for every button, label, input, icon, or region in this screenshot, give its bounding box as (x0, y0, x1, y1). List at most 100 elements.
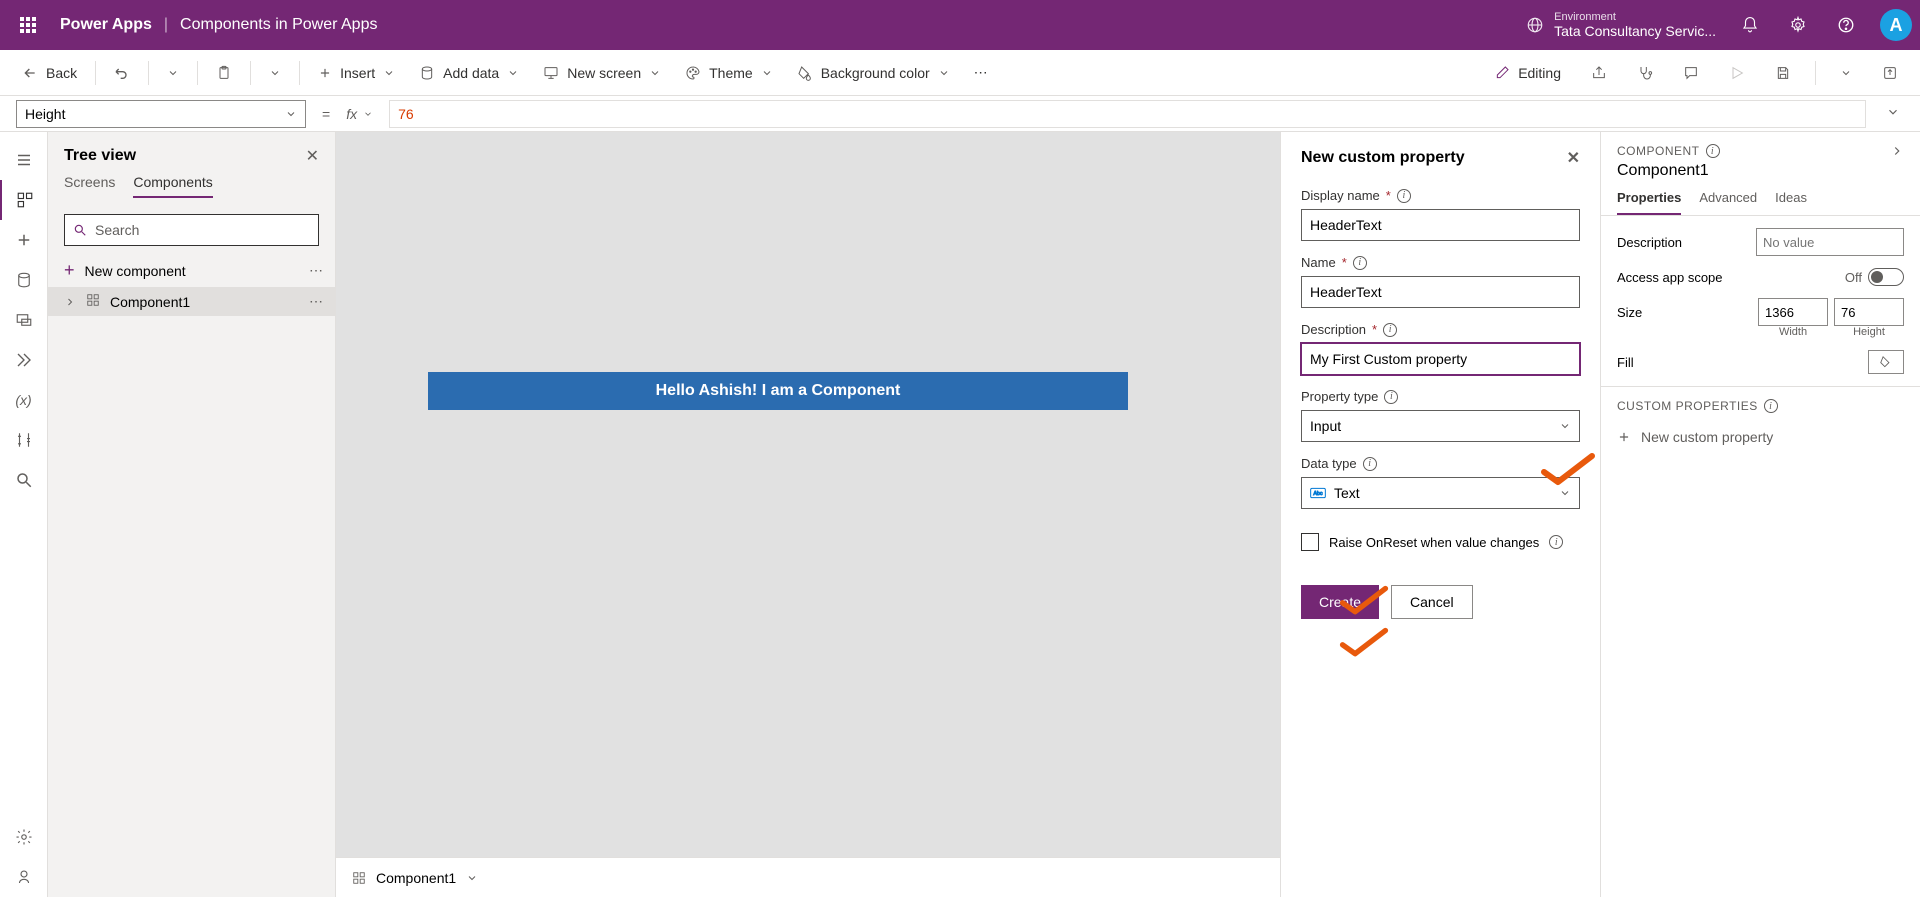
hamburger-icon[interactable] (0, 140, 48, 180)
height-input[interactable] (1834, 298, 1904, 326)
description-input[interactable] (1301, 343, 1580, 375)
info-icon[interactable]: i (1383, 323, 1397, 337)
tree-search-input[interactable]: Search (64, 214, 319, 246)
info-icon[interactable]: i (1384, 390, 1398, 404)
access-scope-toggle[interactable]: Off (1845, 268, 1904, 286)
paste-menu[interactable] (259, 61, 291, 85)
info-icon[interactable]: i (1363, 457, 1377, 471)
preview-button[interactable] (1719, 59, 1755, 87)
more-icon[interactable]: ⋯ (309, 262, 323, 279)
background-color-button[interactable]: Background color (787, 59, 960, 87)
info-icon[interactable]: i (1764, 399, 1778, 413)
breadcrumb-component[interactable]: Component1 (376, 870, 456, 886)
formula-bar: Height = fx 76 (0, 96, 1920, 132)
component-icon (86, 293, 100, 310)
checkbox-icon (1301, 533, 1319, 551)
comments-button[interactable] (1673, 59, 1709, 87)
app-name[interactable]: Power Apps (60, 16, 152, 34)
create-button[interactable]: Create (1301, 585, 1379, 619)
fill-label: Fill (1617, 355, 1634, 370)
new-component-button[interactable]: + New component ⋯ (48, 254, 335, 287)
palette-icon (685, 65, 701, 81)
flows-rail-icon[interactable] (0, 340, 48, 380)
new-screen-button[interactable]: New screen (533, 59, 671, 87)
info-icon[interactable]: i (1353, 256, 1367, 270)
raise-onreset-checkbox[interactable]: Raise OnReset when value changes i (1301, 533, 1580, 551)
description-prop-label: Description (1617, 235, 1682, 250)
chevron-right-icon[interactable] (1890, 144, 1904, 158)
pencil-icon (1494, 65, 1510, 81)
chevron-down-icon (363, 109, 373, 119)
close-tree-icon[interactable]: ✕ (306, 146, 319, 166)
tree-view-panel: Tree view ✕ Screens Components Search + … (48, 132, 336, 897)
cancel-button[interactable]: Cancel (1391, 585, 1473, 619)
formula-input[interactable]: 76 (389, 100, 1866, 128)
notifications-icon[interactable] (1728, 0, 1772, 50)
tab-properties[interactable]: Properties (1617, 190, 1681, 215)
search-icon (73, 223, 87, 237)
insert-rail-icon[interactable] (0, 220, 48, 260)
expand-formula-bar[interactable] (1882, 101, 1904, 126)
info-icon[interactable]: i (1549, 535, 1563, 549)
undo-button[interactable] (104, 59, 140, 87)
chevron-down-icon (269, 67, 281, 79)
tree-view-icon[interactable] (0, 180, 48, 220)
plus-icon: + (64, 260, 75, 281)
tab-advanced[interactable]: Advanced (1699, 190, 1757, 215)
tools-rail-icon[interactable] (0, 420, 48, 460)
undo-menu[interactable] (157, 61, 189, 85)
new-custom-property-button[interactable]: New custom property (1601, 421, 1920, 453)
close-panel-icon[interactable]: ✕ (1567, 148, 1580, 168)
paste-button[interactable] (206, 59, 242, 87)
checker-button[interactable] (1627, 59, 1663, 87)
info-icon[interactable]: i (1397, 189, 1411, 203)
clipboard-icon (216, 65, 232, 81)
property-selector[interactable]: Height (16, 100, 306, 128)
chevron-down-icon (167, 67, 179, 79)
description-prop-input[interactable] (1756, 228, 1904, 256)
tab-screens[interactable]: Screens (64, 174, 115, 198)
canvas-area[interactable]: Hello Ashish! I am a Component (336, 132, 1280, 857)
theme-button[interactable]: Theme (675, 59, 783, 87)
add-data-button[interactable]: Add data (409, 59, 529, 87)
selected-component-name: Component1 (1601, 162, 1920, 190)
size-label: Size (1617, 305, 1642, 320)
display-name-input[interactable] (1301, 209, 1580, 241)
data-type-select[interactable]: Abc Text (1301, 477, 1580, 509)
more-icon[interactable]: ⋯ (309, 293, 323, 310)
save-menu[interactable] (1830, 61, 1862, 85)
data-rail-icon[interactable] (0, 260, 48, 300)
settings-rail-icon[interactable] (0, 817, 48, 857)
chevron-down-icon (938, 67, 950, 79)
name-input[interactable] (1301, 276, 1580, 308)
variables-rail-icon[interactable]: (x) (0, 380, 48, 420)
more-commands[interactable]: ⋯ (964, 58, 998, 87)
property-type-select[interactable]: Input (1301, 410, 1580, 442)
save-button[interactable] (1765, 59, 1801, 87)
back-button[interactable]: Back (12, 59, 87, 87)
chevron-down-icon[interactable] (466, 872, 478, 884)
settings-icon[interactable] (1776, 0, 1820, 50)
tab-components[interactable]: Components (133, 174, 212, 198)
share-button[interactable] (1581, 59, 1617, 87)
width-input[interactable] (1758, 298, 1828, 326)
property-type-label: Property type i (1301, 389, 1580, 404)
virtual-agent-rail-icon[interactable] (0, 857, 48, 897)
screen-icon (543, 65, 559, 81)
environment-picker[interactable]: Environment Tata Consultancy Servic... (1526, 11, 1716, 39)
editing-mode[interactable]: Editing (1484, 59, 1571, 87)
tree-item-component1[interactable]: Component1 ⋯ (48, 287, 335, 316)
tab-ideas[interactable]: Ideas (1775, 190, 1807, 215)
info-icon[interactable]: i (1706, 144, 1720, 158)
fill-color-picker[interactable] (1868, 350, 1904, 374)
search-rail-icon[interactable] (0, 460, 48, 500)
app-launcher-icon[interactable] (8, 5, 48, 45)
help-icon[interactable] (1824, 0, 1868, 50)
insert-button[interactable]: Insert (308, 59, 405, 87)
media-rail-icon[interactable] (0, 300, 48, 340)
fx-label[interactable]: fx (346, 106, 373, 122)
chevron-right-icon[interactable] (64, 296, 76, 308)
avatar[interactable]: A (1880, 9, 1912, 41)
publish-button[interactable] (1872, 59, 1908, 87)
component-preview[interactable]: Hello Ashish! I am a Component (428, 372, 1128, 410)
